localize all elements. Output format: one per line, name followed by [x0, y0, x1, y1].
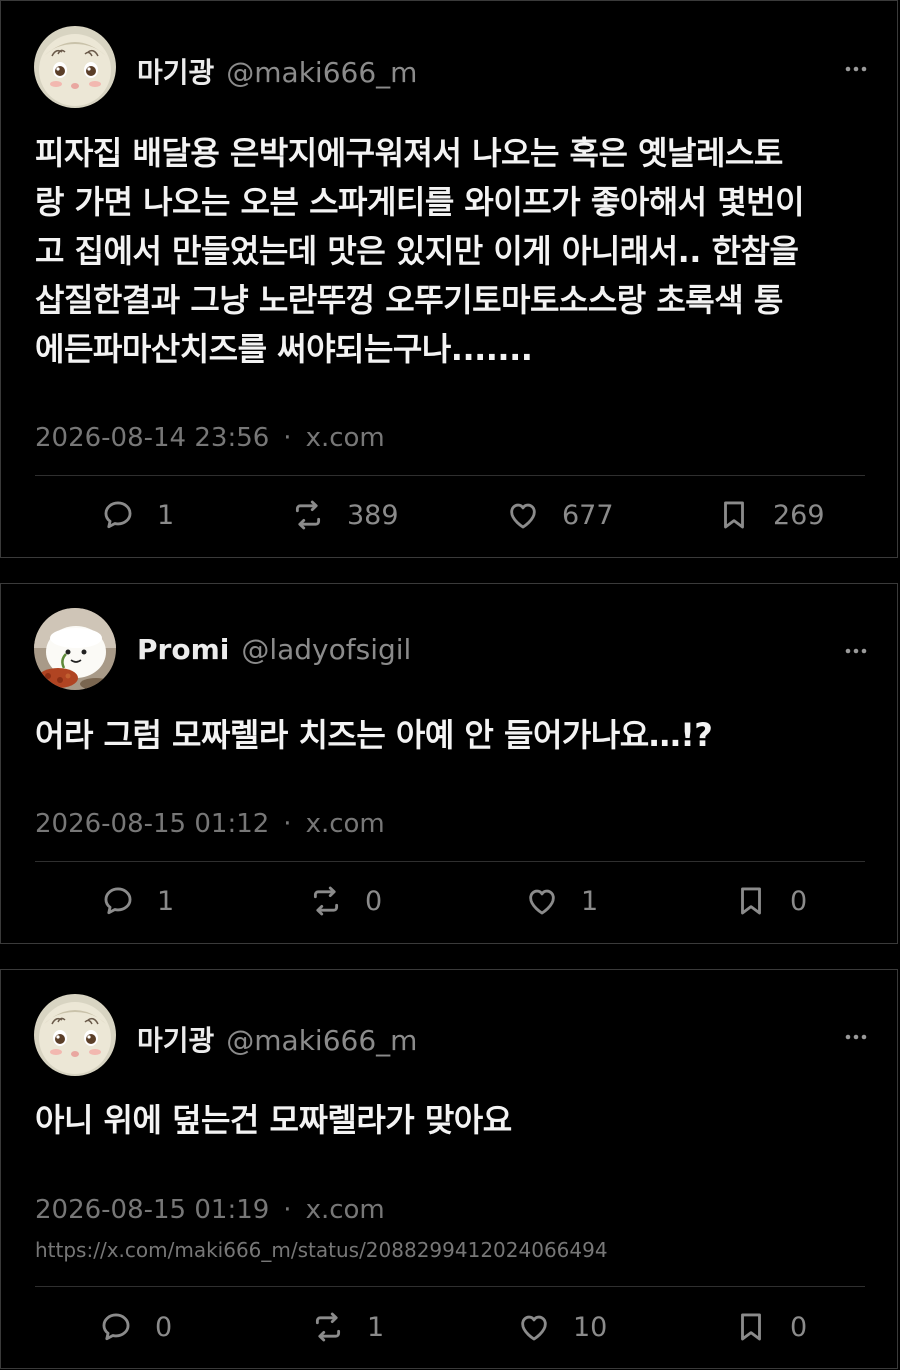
bookmark-count: 0 [790, 1311, 808, 1343]
avatar[interactable] [34, 26, 116, 108]
bookmark-icon [734, 884, 768, 918]
repost-count: 0 [365, 885, 383, 917]
handle[interactable]: @maki666_m [226, 56, 417, 89]
like-count: 10 [573, 1311, 608, 1343]
bookmark-button[interactable]: 0 [734, 1310, 807, 1344]
like-button[interactable]: 677 [506, 498, 614, 532]
post-text-line: 피자집 배달용 은박지에구워져서 나오는 혹은 옛날레스토 [35, 134, 783, 172]
post-card[interactable]: Promi @ladyofsigil 어라 그럼 모짜렐라 치즈는 아예 안 들… [0, 583, 898, 944]
reply-count: 1 [157, 499, 175, 531]
post-text-line: 랑 가면 나오는 오븐 스파게티를 와이프가 좋아해서 몇번이 [35, 183, 805, 221]
repost-count: 1 [367, 1311, 385, 1343]
post-meta: 2026-08-14 23:56 · x.com [35, 423, 385, 453]
post-text: 어라 그럼 모짜렐라 치즈는 아예 안 들어가나요…!? [35, 716, 713, 754]
post-meta: 2026-08-15 01:12 · x.com [35, 809, 385, 839]
like-count: 677 [562, 499, 614, 531]
heart-icon [525, 884, 559, 918]
bookmark-icon [734, 1310, 768, 1344]
post-text-line: 에든파마산치즈를 써야되는구나....... [35, 330, 533, 368]
bookmark-button[interactable]: 0 [734, 884, 807, 918]
speech-bubble-icon [101, 884, 135, 918]
ellipsis-icon[interactable] [845, 65, 867, 73]
bookmark-count: 269 [773, 499, 825, 531]
post-text-line: 삽질한결과 그냥 노란뚜껑 오뚜기토마토소스랑 초록색 통 [35, 281, 783, 319]
post-card[interactable]: 마기광 @maki666_m 아니 위에 덮는건 모짜렐라가 맞아요 2026-… [0, 969, 898, 1369]
author-row: 마기광 @maki666_m [137, 51, 417, 91]
timestamp[interactable]: 2026-08-15 01:12 [35, 809, 269, 839]
separator-dot: · [283, 809, 292, 839]
repost-button[interactable]: 1 [311, 1310, 384, 1344]
repost-button[interactable]: 389 [291, 498, 399, 532]
separator-dot: · [283, 1195, 292, 1225]
speech-bubble-icon [101, 498, 135, 532]
heart-icon [517, 1310, 551, 1344]
avatar[interactable] [34, 994, 116, 1076]
post-card[interactable]: 마기광 @maki666_m 피자집 배달용 은박지에구워져서 나오는 혹은 옛… [0, 0, 898, 558]
bookmark-icon [717, 498, 751, 532]
timestamp[interactable]: 2026-08-14 23:56 [35, 423, 269, 453]
handle[interactable]: @ladyofsigil [241, 633, 411, 666]
divider [35, 475, 865, 476]
like-count: 1 [581, 885, 599, 917]
source[interactable]: x.com [306, 1195, 385, 1225]
display-name[interactable]: Promi [137, 633, 229, 666]
speech-bubble-icon [99, 1310, 133, 1344]
reply-button[interactable]: 0 [99, 1310, 172, 1344]
source[interactable]: x.com [306, 809, 385, 839]
bookmark-button[interactable]: 269 [717, 498, 825, 532]
reply-button[interactable]: 1 [101, 498, 174, 532]
display-name[interactable]: 마기광 [137, 51, 214, 91]
ellipsis-icon[interactable] [845, 647, 867, 655]
bookmark-count: 0 [790, 885, 808, 917]
handle[interactable]: @maki666_m [226, 1024, 417, 1057]
ellipsis-icon[interactable] [845, 1033, 867, 1041]
author-row: 마기광 @maki666_m [137, 1019, 417, 1059]
timestamp[interactable]: 2026-08-15 01:19 [35, 1195, 269, 1225]
like-button[interactable]: 1 [525, 884, 598, 918]
reply-button[interactable]: 1 [101, 884, 174, 918]
repost-count: 389 [347, 499, 399, 531]
plush-doll-face-avatar [34, 994, 116, 1076]
reply-count: 0 [155, 1311, 173, 1343]
author-row: Promi @ladyofsigil [137, 633, 411, 666]
reply-count: 1 [157, 885, 175, 917]
post-text-line: 고 집에서 만들었는데 맛은 있지만 이게 아니래서.. 한참을 [35, 232, 799, 270]
avatar[interactable] [34, 608, 116, 690]
divider [35, 1286, 865, 1287]
repost-button[interactable]: 0 [309, 884, 382, 918]
post-meta: 2026-08-15 01:19 · x.com [35, 1195, 385, 1225]
plush-doll-face-avatar [34, 26, 116, 108]
repost-arrows-icon [309, 884, 343, 918]
display-name[interactable]: 마기광 [137, 1019, 214, 1059]
repost-arrows-icon [291, 498, 325, 532]
like-button[interactable]: 10 [517, 1310, 607, 1344]
post-text: 피자집 배달용 은박지에구워져서 나오는 혹은 옛날레스토 랑 가면 나오는 오… [35, 129, 867, 374]
separator-dot: · [283, 423, 292, 453]
heart-icon [506, 498, 540, 532]
source[interactable]: x.com [306, 423, 385, 453]
repost-arrows-icon [311, 1310, 345, 1344]
divider [35, 861, 865, 862]
mochi-character-avatar [34, 608, 116, 690]
post-text: 아니 위에 덮는건 모짜렐라가 맞아요 [35, 1101, 512, 1139]
post-url[interactable]: https://x.com/maki666_m/status/208829941… [35, 1238, 608, 1262]
